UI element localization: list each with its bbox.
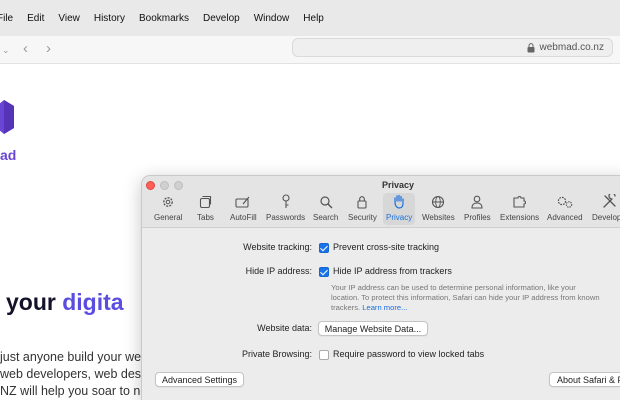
hero-paragraph-line-2: web developers, web desig bbox=[0, 367, 151, 381]
menu-bookmarks[interactable]: Bookmarks bbox=[139, 13, 189, 24]
key-icon bbox=[282, 194, 290, 208]
forward-icon[interactable]: › bbox=[46, 39, 51, 59]
hide-ip-text: Hide IP address from trackers bbox=[333, 266, 452, 276]
tab-advanced[interactable]: Advanced bbox=[547, 193, 583, 225]
hide-ip-checkbox[interactable] bbox=[319, 267, 329, 277]
gears-icon bbox=[557, 196, 573, 208]
url-text: webmad.co.nz bbox=[539, 42, 604, 53]
person-icon bbox=[471, 195, 483, 209]
hide-ip-description: Your IP address can be used to determine… bbox=[331, 283, 600, 312]
tab-passwords[interactable]: Passwords bbox=[266, 193, 305, 225]
hero-paragraph-line-3: NZ will help you soar to nev bbox=[0, 384, 154, 398]
logo-mark-icon bbox=[0, 100, 14, 134]
gear-icon bbox=[163, 196, 174, 207]
tab-websites[interactable]: Websites bbox=[422, 193, 455, 225]
menu-bar: File Edit View History Bookmarks Develop… bbox=[0, 0, 620, 36]
lock-icon bbox=[527, 42, 535, 52]
chevron-down-icon[interactable]: ⌄ bbox=[2, 40, 10, 60]
advanced-settings-button[interactable]: Advanced Settings bbox=[155, 372, 244, 387]
private-browsing-label: Private Browsing: bbox=[241, 349, 312, 359]
hand-icon bbox=[394, 194, 404, 209]
require-password-checkbox[interactable] bbox=[319, 350, 329, 360]
menu-window[interactable]: Window bbox=[254, 13, 290, 24]
globe-icon bbox=[432, 195, 445, 208]
tab-tabs[interactable]: Tabs bbox=[197, 193, 214, 225]
menu-edit[interactable]: Edit bbox=[27, 13, 44, 24]
prevent-tracking-text: Prevent cross-site tracking bbox=[333, 242, 440, 252]
hero-heading-plain: your bbox=[6, 289, 63, 315]
address-bar[interactable]: webmad.co.nz bbox=[292, 38, 613, 57]
hero-heading-accent: digita bbox=[62, 289, 124, 315]
tab-profiles[interactable]: Profiles bbox=[464, 193, 491, 225]
lock-icon bbox=[357, 195, 368, 209]
back-icon[interactable]: ‹ bbox=[23, 39, 28, 59]
window-title: Privacy bbox=[382, 180, 415, 190]
tab-search[interactable]: Search bbox=[313, 193, 338, 225]
tools-icon bbox=[603, 194, 616, 208]
website-data-label: Website data: bbox=[257, 323, 312, 333]
manage-website-data-button[interactable]: Manage Website Data... bbox=[318, 321, 428, 336]
menu-file[interactable]: File bbox=[0, 13, 13, 24]
require-password-text: Require password to view locked tabs bbox=[333, 349, 485, 359]
tabs-icon bbox=[200, 195, 212, 208]
prevent-tracking-checkbox[interactable] bbox=[319, 243, 329, 253]
menu-help[interactable]: Help bbox=[303, 13, 324, 24]
about-safari-privacy-button[interactable]: About Safari & Privacy bbox=[549, 372, 620, 387]
learn-more-link[interactable]: Learn more... bbox=[362, 303, 407, 312]
tab-privacy[interactable]: Privacy bbox=[383, 193, 416, 225]
tab-security[interactable]: Security bbox=[348, 193, 377, 225]
privacy-settings-window: Privacy General Tabs AutoFill Passwords … bbox=[141, 175, 620, 400]
tab-extensions[interactable]: Extensions bbox=[500, 193, 539, 225]
tab-general[interactable]: General bbox=[154, 193, 182, 225]
zoom-window-button[interactable] bbox=[174, 181, 183, 190]
settings-toolbar: Privacy General Tabs AutoFill Passwords … bbox=[142, 176, 620, 228]
close-window-button[interactable] bbox=[146, 181, 155, 190]
autofill-icon bbox=[235, 196, 250, 208]
website-tracking-label: Website tracking: bbox=[243, 242, 312, 252]
puzzle-icon bbox=[513, 195, 527, 208]
hero-heading: your digita bbox=[6, 289, 124, 316]
hide-ip-label: Hide IP address: bbox=[245, 266, 312, 276]
logo-text: ad bbox=[0, 147, 17, 163]
hero-paragraph-line-1: just anyone build your web bbox=[0, 350, 149, 364]
menu-history[interactable]: History bbox=[94, 13, 125, 24]
browser-toolbar: ⌄ ‹ › webmad.co.nz bbox=[0, 36, 620, 64]
minimize-window-button[interactable] bbox=[160, 181, 169, 190]
search-icon bbox=[320, 195, 333, 208]
tab-developer[interactable]: Developer bbox=[592, 193, 620, 225]
menu-develop[interactable]: Develop bbox=[203, 13, 240, 24]
tab-autofill[interactable]: AutoFill bbox=[230, 193, 257, 225]
menu-view[interactable]: View bbox=[58, 13, 80, 24]
